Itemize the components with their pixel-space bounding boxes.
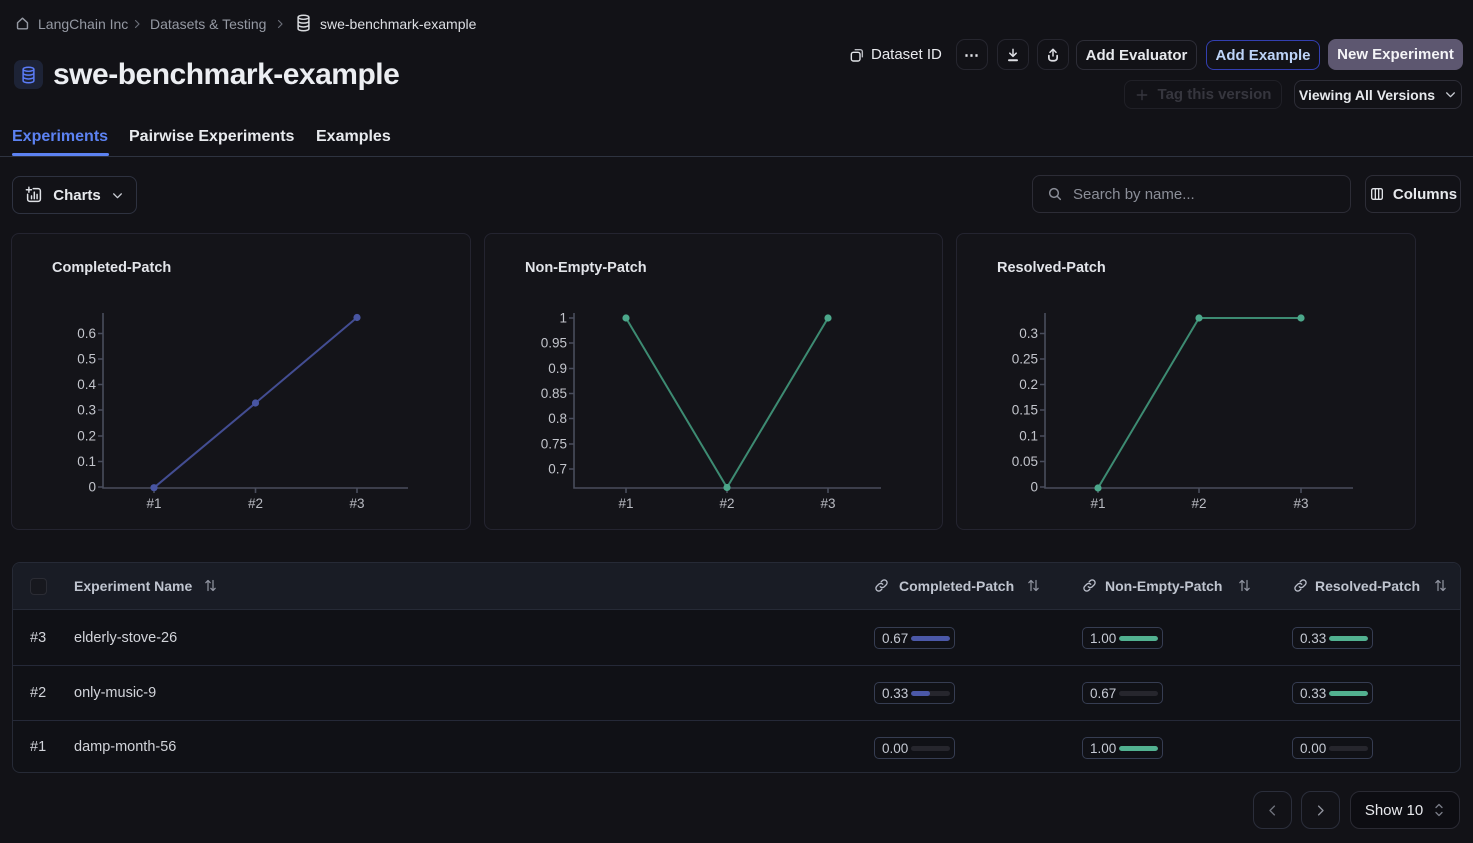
svg-text:0.1: 0.1 (1019, 429, 1038, 444)
svg-text:0.4: 0.4 (77, 377, 96, 392)
svg-text:0.8: 0.8 (548, 411, 567, 426)
svg-text:#2: #2 (248, 496, 263, 511)
svg-text:0.7: 0.7 (548, 462, 567, 477)
svg-text:0.75: 0.75 (541, 437, 567, 452)
svg-text:0.25: 0.25 (1012, 352, 1038, 367)
svg-text:0.3: 0.3 (1019, 326, 1038, 341)
svg-text:0.2: 0.2 (77, 429, 96, 444)
svg-text:0.3: 0.3 (77, 403, 96, 418)
svg-text:0.1: 0.1 (77, 454, 96, 469)
svg-text:#1: #1 (618, 496, 633, 511)
svg-text:#2: #2 (719, 496, 734, 511)
svg-text:#3: #3 (349, 496, 364, 511)
svg-text:#2: #2 (1191, 496, 1206, 511)
svg-text:0.85: 0.85 (541, 386, 567, 401)
svg-text:0.2: 0.2 (1019, 377, 1038, 392)
svg-text:0.15: 0.15 (1012, 403, 1038, 418)
svg-text:0.5: 0.5 (77, 352, 96, 367)
svg-text:1: 1 (559, 311, 567, 326)
svg-text:0: 0 (1030, 480, 1038, 495)
svg-text:#1: #1 (146, 496, 161, 511)
svg-text:#3: #3 (1293, 496, 1308, 511)
svg-text:#1: #1 (1090, 496, 1105, 511)
svg-text:0.6: 0.6 (77, 326, 96, 341)
svg-text:0: 0 (88, 480, 96, 495)
svg-text:0.05: 0.05 (1012, 454, 1038, 469)
svg-text:0.9: 0.9 (548, 361, 567, 376)
svg-text:0.95: 0.95 (541, 336, 567, 351)
svg-text:#3: #3 (820, 496, 835, 511)
